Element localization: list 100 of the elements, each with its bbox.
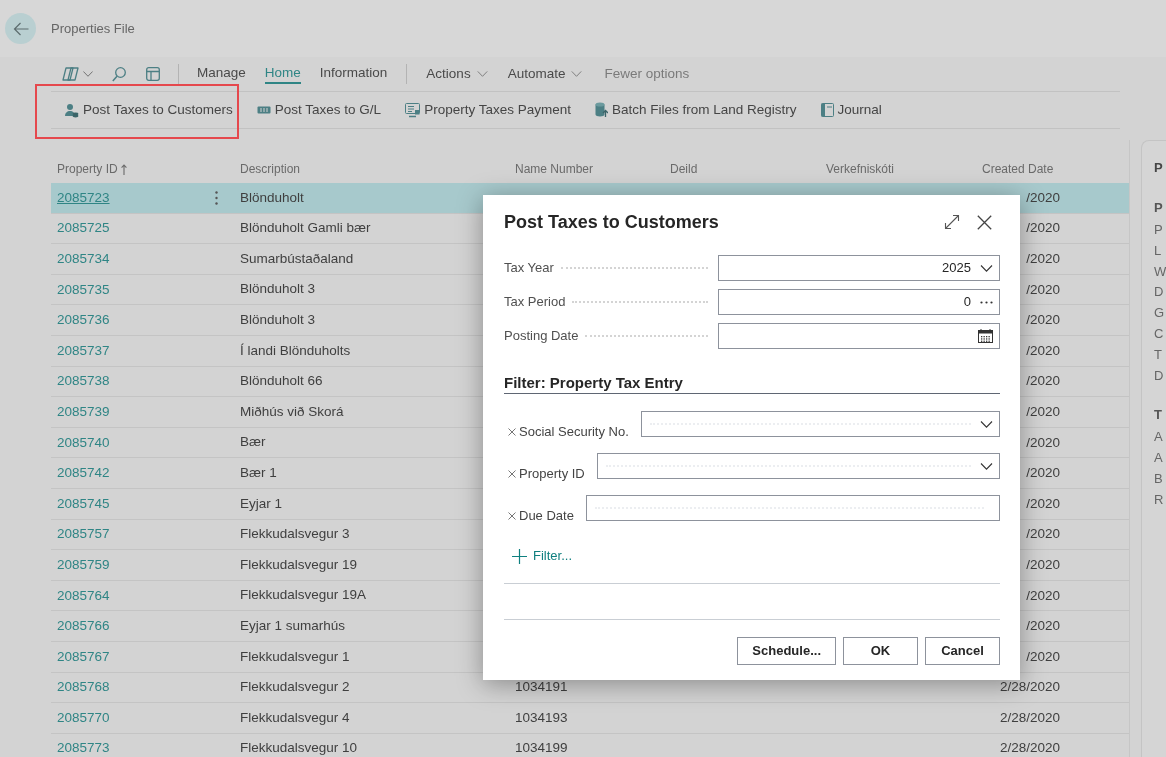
- person-coins-icon: [64, 102, 79, 118]
- input-field[interactable]: 0: [718, 289, 1000, 315]
- property-id-link[interactable]: 2085764: [57, 587, 110, 604]
- chevron-down-icon: [83, 71, 93, 77]
- tab[interactable]: Information: [319, 64, 388, 84]
- factbox-item: C: [1154, 325, 1165, 343]
- fewer-options-button[interactable]: Fewer options: [604, 63, 690, 85]
- remove-icon[interactable]: [508, 470, 516, 478]
- menu-button[interactable]: Actions: [426, 63, 488, 85]
- description-text: Sumarbústaðaland: [240, 250, 354, 266]
- property-id-link[interactable]: 2085740: [57, 434, 110, 451]
- table-row[interactable]: 2085770 Flekkudalsvegur 4 1034193 2/28/2020: [51, 703, 1129, 734]
- description-text: Bær 1: [240, 465, 277, 480]
- filter-field[interactable]: [640, 411, 1000, 437]
- factbox-item: R: [1154, 490, 1165, 509]
- panel-layout-icon[interactable]: [146, 67, 160, 81]
- back-button[interactable]: [5, 13, 36, 44]
- factbox-item: T: [1154, 345, 1163, 364]
- column-header[interactable]: Deild: [670, 160, 698, 178]
- chevron-down-icon: [980, 462, 993, 470]
- property-id-link[interactable]: 2085736: [57, 312, 110, 329]
- description-text: Flekkudalsvegur 10: [240, 740, 358, 756]
- date-text: /2020: [1026, 312, 1060, 329]
- property-id-link[interactable]: 2085770: [57, 709, 110, 726]
- action-button[interactable]: Property Taxes Payment: [405, 99, 571, 121]
- column-header[interactable]: Property ID: [57, 160, 127, 178]
- table-row[interactable]: 2085773 Flekkudalsvegur 10 1034199 2/28/2020: [51, 733, 1129, 757]
- date-text: /2020: [1026, 220, 1060, 237]
- property-id-link[interactable]: 2085757: [57, 526, 110, 543]
- remove-icon[interactable]: [508, 512, 516, 520]
- factbox-item: P: [1154, 221, 1164, 239]
- input-field[interactable]: 2025: [718, 255, 1000, 281]
- description-text: Eyjar 1 sumarhús: [240, 618, 346, 633]
- dialog-button[interactable]: Cancel: [925, 637, 1000, 665]
- dialog-button[interactable]: Schedule...: [737, 637, 836, 665]
- column-header[interactable]: Name Number: [515, 160, 594, 178]
- property-id-link[interactable]: 2085767: [57, 648, 110, 665]
- description-text: Eyjar 1: [240, 495, 283, 511]
- filter-field[interactable]: [585, 495, 1000, 521]
- date-text: /2020: [1026, 189, 1060, 206]
- input-field[interactable]: [718, 323, 1000, 349]
- factbox-item: A: [1154, 428, 1164, 447]
- action-button[interactable]: Journal: [820, 99, 882, 121]
- property-id-link[interactable]: 2085725: [57, 220, 110, 237]
- date-text: /2020: [1026, 281, 1060, 298]
- search-icon[interactable]: [112, 66, 126, 82]
- description-text: Flekkudalsvegur 2: [240, 679, 350, 695]
- tab[interactable]: Manage: [197, 64, 246, 84]
- column-header[interactable]: Verkefniskóti: [826, 160, 895, 178]
- factbox-item: L: [1154, 241, 1163, 260]
- date-text: /2020: [1026, 373, 1060, 390]
- property-id-link[interactable]: 2085773: [57, 740, 110, 757]
- property-id-link[interactable]: 2085723: [57, 189, 110, 206]
- field-label: Posting Date: [504, 327, 579, 346]
- action-button[interactable]: Post Taxes to G/L: [256, 99, 382, 121]
- description-text: Blönduholt Gamli bær: [240, 220, 371, 236]
- close-icon[interactable]: [977, 214, 992, 230]
- property-id-link[interactable]: 2085768: [57, 679, 110, 696]
- date-text: /2020: [1026, 434, 1060, 451]
- column-header[interactable]: Created Date: [982, 160, 1054, 178]
- property-id-link[interactable]: 2085766: [57, 618, 110, 635]
- factbox-item: B: [1154, 469, 1164, 488]
- description-text: Flekkudalsvegur 4: [240, 709, 350, 725]
- column-header[interactable]: Description: [240, 160, 301, 178]
- date-text: /2020: [1026, 495, 1060, 512]
- expand-icon[interactable]: [944, 214, 960, 230]
- chevron-down-icon: [571, 71, 583, 77]
- remove-icon[interactable]: [508, 428, 516, 436]
- overlapping-shapes-icon[interactable]: [62, 66, 80, 82]
- chevron-down-icon: [980, 264, 993, 272]
- bar-icon: [256, 106, 271, 114]
- property-id-link[interactable]: 2085738: [57, 373, 110, 390]
- add-filter-button[interactable]: Filter...: [512, 546, 572, 566]
- action-button[interactable]: Post Taxes to Customers: [64, 99, 233, 121]
- property-id-link[interactable]: 2085739: [57, 403, 110, 420]
- chevron-down-icon: [980, 420, 993, 428]
- filter-label: Property ID: [519, 466, 585, 482]
- property-id-link[interactable]: 2085737: [57, 342, 110, 359]
- property-id-link[interactable]: 2085745: [57, 495, 110, 512]
- date-text: /2020: [1026, 251, 1060, 267]
- factbox-title: P: [1154, 159, 1164, 177]
- date-text: /2020: [1026, 342, 1060, 359]
- document-icon: [405, 102, 421, 118]
- date-text: /2020: [1026, 465, 1060, 482]
- property-id-link[interactable]: 2085742: [57, 465, 110, 482]
- property-id-link[interactable]: 2085735: [57, 281, 110, 298]
- vertical-dots-icon[interactable]: [215, 190, 218, 205]
- description-text: Flekkudalsvegur 1: [240, 648, 350, 664]
- action-button[interactable]: Batch Files from Land Registry: [594, 99, 797, 121]
- filter-field[interactable]: [596, 453, 1000, 479]
- tab[interactable]: Home: [264, 64, 301, 84]
- field-label: Tax Period: [504, 293, 566, 312]
- dialog-button[interactable]: OK: [843, 637, 918, 665]
- date-text: 2/28/2020: [999, 679, 1060, 696]
- property-id-link[interactable]: 2085734: [57, 251, 110, 267]
- property-id-link[interactable]: 2085759: [57, 556, 110, 573]
- arrow-left-icon: [12, 21, 29, 36]
- menu-button[interactable]: Automate: [507, 63, 583, 85]
- description-text: Blönduholt 66: [240, 373, 323, 389]
- factbox-item: A: [1154, 449, 1164, 468]
